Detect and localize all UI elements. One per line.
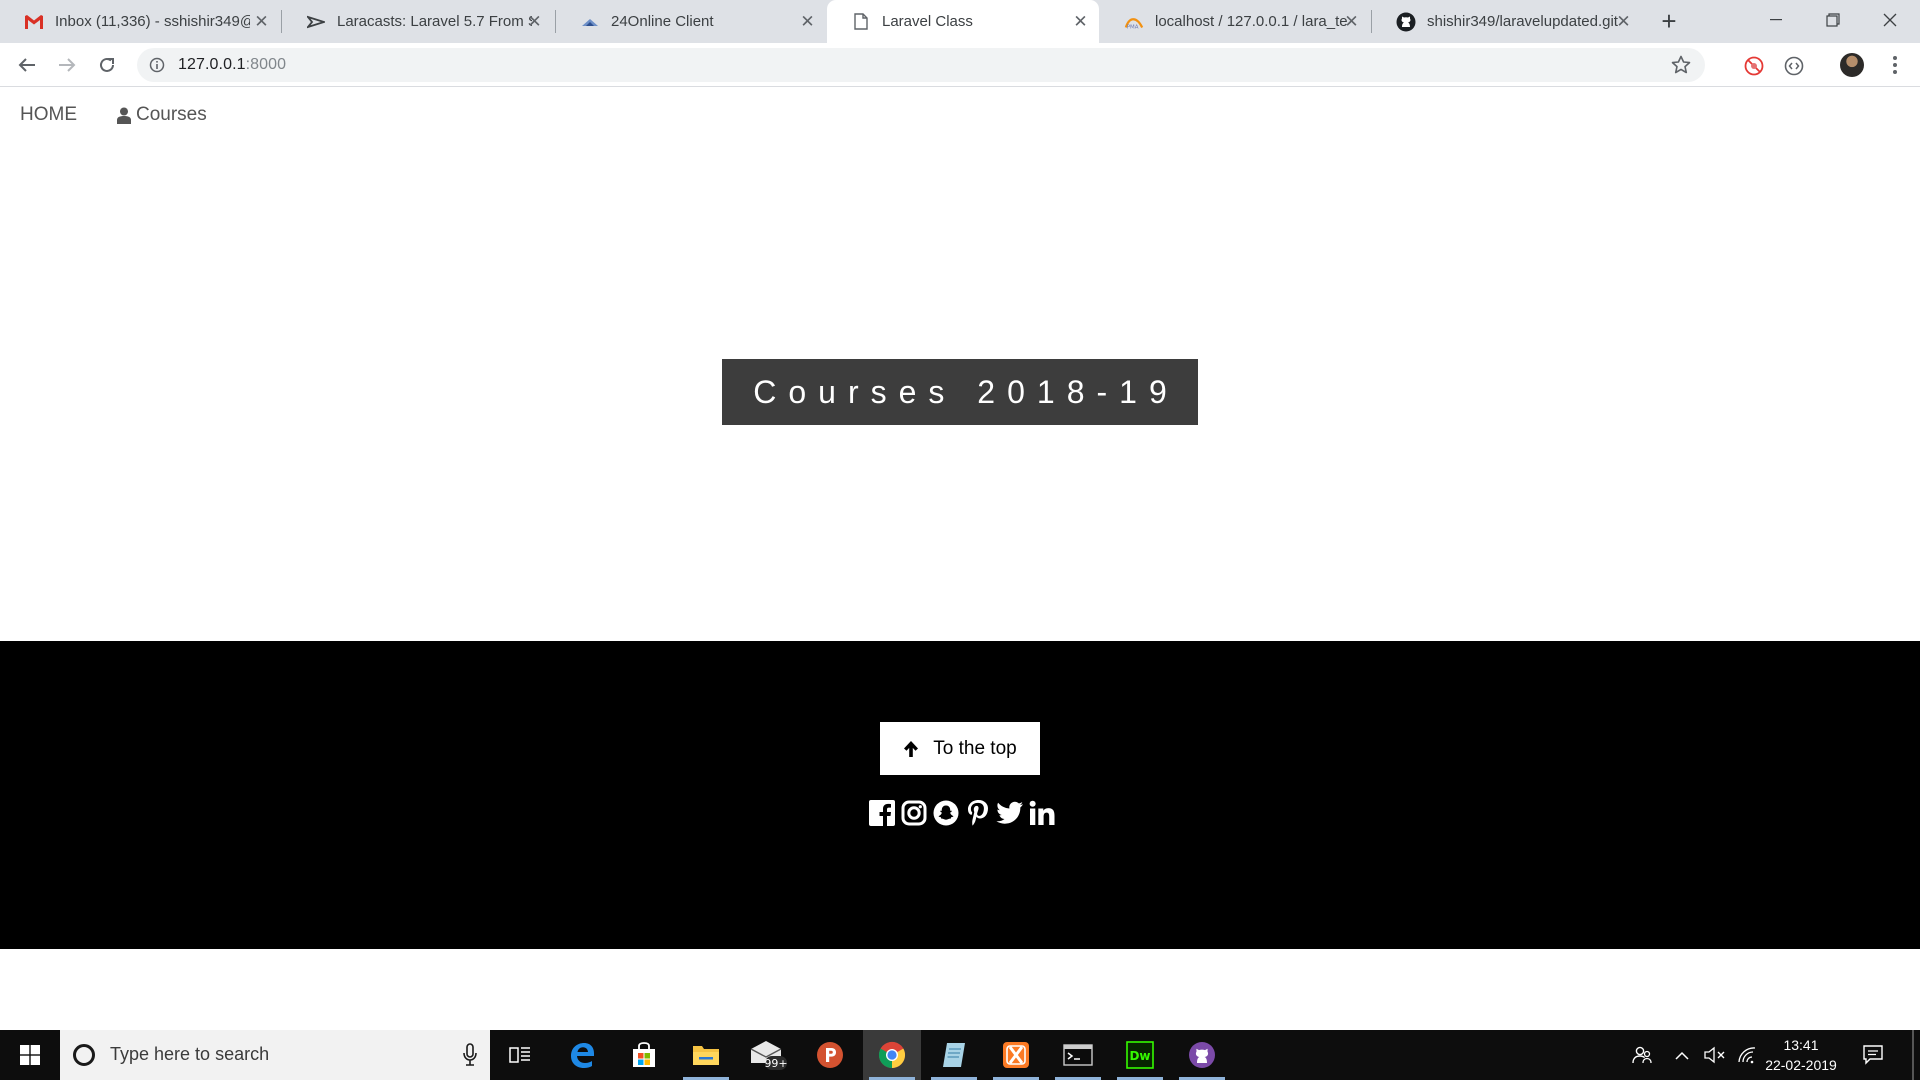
close-window-button[interactable] [1862,0,1918,40]
nav-courses-label: Courses [136,104,207,125]
svg-text:PMA: PMA [1127,24,1139,30]
instagram-icon[interactable] [900,798,928,828]
site-navbar: HOME Courses [0,88,1920,142]
web-page: HOME Courses Courses 2018-19 To the top [0,88,1920,1030]
windows-logo-icon [20,1045,40,1065]
tab-gmail[interactable]: Inbox (11,336) - sshishir349@ ✕ [0,0,280,43]
twitter-icon[interactable] [996,798,1024,828]
profile-avatar[interactable] [1840,53,1864,77]
notepad-icon[interactable] [925,1030,983,1080]
clock-date: 22-02-2019 [1765,1057,1837,1073]
system-clock[interactable]: 13:41 22-02-2019 [1760,1035,1842,1075]
reload-button[interactable] [92,50,122,80]
tab-github[interactable]: shishir349/laravelupdated.git ✕ [1372,0,1642,43]
terminal-icon[interactable] [1049,1030,1107,1080]
extension-code-icon[interactable] [1783,55,1805,77]
to-the-top-label: To the top [933,737,1017,759]
dreamweaver-icon[interactable]: Dw [1111,1030,1169,1080]
site-footer: To the top [0,641,1920,949]
facebook-icon[interactable] [868,798,896,828]
wifi-icon[interactable] [1736,1030,1758,1080]
speaker-muted-icon[interactable] [1703,1030,1727,1080]
powerpoint-icon[interactable] [801,1030,859,1080]
start-button[interactable] [0,1030,60,1080]
task-view-icon[interactable] [491,1030,549,1080]
windows-taskbar: Type here to search 99+ Dw 13:41 22-02-2… [0,1030,1920,1080]
close-icon[interactable]: ✕ [253,13,270,30]
browser-menu-icon[interactable] [1885,52,1905,78]
page-icon [851,12,871,32]
file-explorer-icon[interactable] [677,1030,735,1080]
user-icon [117,107,131,124]
arrow-up-icon [904,740,919,757]
bookmark-star-icon[interactable] [1671,55,1691,75]
clock-time: 13:41 [1783,1037,1819,1053]
tab-laravel-class[interactable]: Laravel Class ✕ [827,0,1099,43]
nav-home-label: HOME [20,104,77,125]
url-port: :8000 [245,56,287,73]
microphone-icon[interactable] [462,1043,478,1067]
show-desktop-button[interactable] [1912,1030,1914,1080]
tab-title: localhost / 127.0.0.1 / lara_te [1155,13,1348,30]
close-icon[interactable]: ✕ [1615,13,1632,30]
taskbar-search-placeholder: Type here to search [110,1044,270,1064]
github-desktop-icon[interactable] [1173,1030,1231,1080]
linkedin-icon[interactable] [1028,798,1056,828]
github-icon [1396,12,1416,32]
svg-text:Dw: Dw [1129,1049,1150,1063]
mail-badge: 99+ [764,1057,787,1070]
hero-title-box: Courses 2018-19 [722,359,1198,425]
pinterest-icon[interactable] [964,798,992,828]
close-icon[interactable]: ✕ [1072,13,1089,30]
tab-title: Inbox (11,336) - sshishir349@ [55,13,250,30]
laracasts-icon [306,12,326,32]
chrome-icon[interactable] [863,1030,921,1080]
nav-home-link[interactable]: HOME [20,104,77,126]
to-the-top-button[interactable]: To the top [880,722,1040,775]
cortana-icon [73,1044,95,1066]
close-icon[interactable]: ✕ [799,13,816,30]
tab-24online[interactable]: 24Online Client ✕ [556,0,826,43]
tab-title: 24Online Client [611,13,714,30]
snapchat-icon[interactable] [932,798,960,828]
tab-title: shishir349/laravelupdated.git [1427,13,1618,30]
browser-tab-strip: Inbox (11,336) - sshishir349@ ✕ Laracast… [0,0,1920,43]
hero-title: Courses 2018-19 [753,373,1179,410]
gmail-icon [24,12,44,32]
restore-button[interactable] [1805,0,1861,40]
address-bar[interactable]: 127.0.0.1:8000 [137,48,1705,82]
store-icon[interactable] [615,1030,673,1080]
url-text: 127.0.0.1:8000 [178,56,286,74]
browser-toolbar: 127.0.0.1:8000 [0,43,1920,87]
tab-title: Laravel Class [882,13,973,30]
people-icon[interactable] [1630,1030,1654,1080]
mail-icon[interactable]: 99+ [739,1030,797,1080]
24online-icon [580,12,600,32]
edge-icon[interactable] [553,1030,611,1080]
xampp-icon[interactable] [987,1030,1045,1080]
phpmyadmin-icon: PMA [1124,12,1144,32]
close-icon[interactable]: ✕ [1343,13,1360,30]
social-links [868,796,1056,830]
tab-laracasts[interactable]: Laracasts: Laravel 5.7 From Sc ✕ [282,0,553,43]
notifications-icon[interactable] [1862,1043,1884,1070]
nav-courses-link[interactable]: Courses [117,104,207,126]
back-button[interactable] [12,50,42,80]
new-tab-button[interactable]: + [1655,8,1683,36]
tab-title: Laracasts: Laravel 5.7 From Sc [337,13,532,30]
minimize-button[interactable] [1748,0,1804,40]
close-icon[interactable]: ✕ [526,13,543,30]
extension-blocker-icon[interactable] [1743,55,1765,77]
url-host: 127.0.0.1 [178,56,246,73]
chevron-up-icon[interactable] [1672,1030,1692,1080]
forward-button[interactable] [52,50,82,80]
info-icon[interactable] [149,57,165,73]
tab-phpmyadmin[interactable]: PMA localhost / 127.0.0.1 / lara_te ✕ [1100,0,1370,43]
taskbar-search-box[interactable]: Type here to search [60,1030,490,1080]
